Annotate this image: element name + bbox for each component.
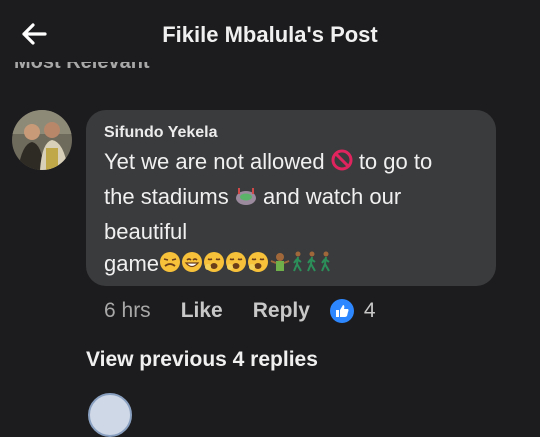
commenter-avatar[interactable] — [12, 110, 72, 170]
page-title: Fikile Mbalula's Post — [162, 22, 378, 47]
tired-face-icon — [159, 251, 181, 283]
like-button[interactable]: Like — [181, 299, 223, 323]
comment-timestamp[interactable]: 6 hrs — [104, 299, 151, 323]
comment-line1-a: Yet we are not allowed — [104, 149, 325, 174]
prohibited-icon — [331, 149, 353, 181]
post-header: Fikile Mbalula's Post — [0, 0, 540, 70]
comment-line4: game — [104, 251, 160, 276]
avatar-photo-icon — [12, 110, 72, 170]
stadium-icon — [235, 184, 257, 216]
shrugging-person-icon — [269, 251, 291, 283]
sort-selector[interactable]: Most Relevant — [14, 62, 314, 78]
comment-bubble[interactable]: Sifundo Yekela Yet we are not allowed to… — [86, 110, 496, 286]
comment-line2-b: and watch our — [262, 184, 402, 209]
walking-person-icon-1 — [291, 251, 305, 283]
thumbs-up-icon[interactable] — [329, 299, 354, 323]
yawning-face-icon-3 — [247, 251, 269, 283]
comment-text: Yet we are not allowed to go to the stad… — [104, 146, 489, 283]
walking-person-icon-3 — [319, 251, 333, 283]
sort-label: Most Relevant — [14, 62, 150, 73]
comment-actions: 6 hrs Like Reply 4 — [104, 296, 376, 326]
grinning-face-icon — [181, 251, 203, 283]
reaction-count[interactable]: 4 — [364, 299, 376, 323]
yawning-face-icon-1 — [203, 251, 225, 283]
comment-line2-a: the stadiums — [104, 184, 229, 209]
comment-line3: beautiful — [104, 219, 188, 244]
comment-line1-b: to go to — [358, 149, 433, 174]
next-reply-avatar[interactable] — [88, 393, 132, 437]
reply-button[interactable]: Reply — [253, 299, 310, 323]
view-previous-replies-link[interactable]: View previous 4 replies — [86, 348, 318, 372]
yawning-face-icon-2 — [225, 251, 247, 283]
walking-person-icon-2 — [305, 251, 319, 283]
comment-author[interactable]: Sifundo Yekela — [104, 124, 218, 142]
